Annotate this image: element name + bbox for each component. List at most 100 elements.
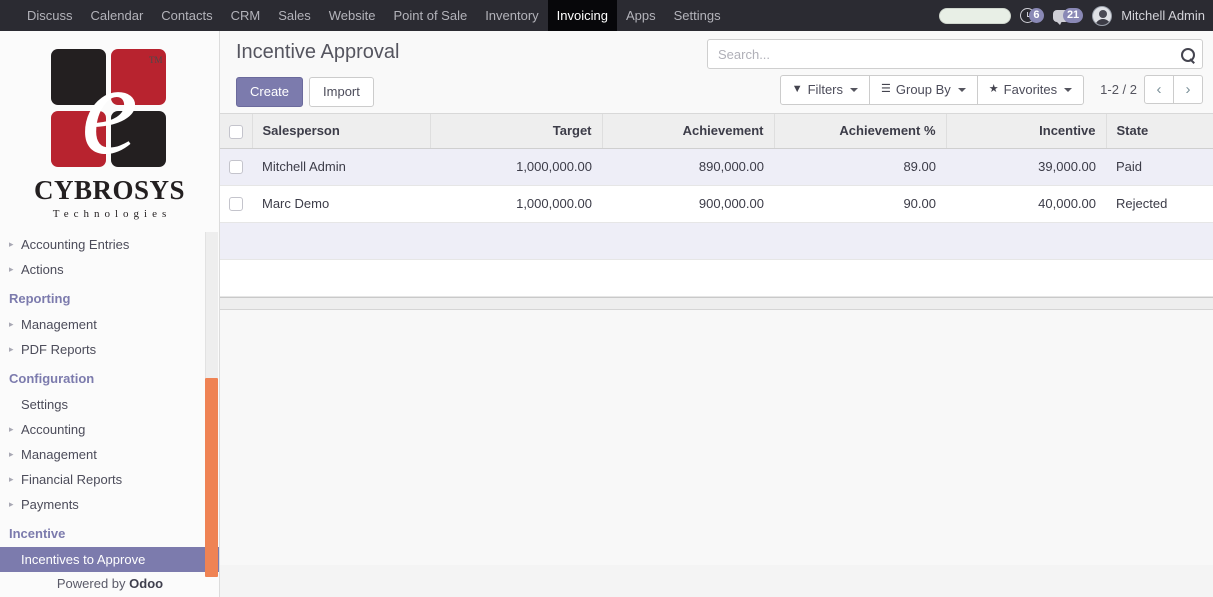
- nav-item-invoicing[interactable]: Invoicing: [547, 0, 617, 31]
- nav-item-website[interactable]: Website: [320, 0, 385, 31]
- control-panel: Incentive Approval Create Import ▼ Filte…: [220, 31, 1213, 114]
- sidebar-item-reporting-management[interactable]: ▸ Management: [0, 312, 219, 337]
- navbar-input-pill[interactable]: [938, 7, 1011, 24]
- sidebar-item-incentives-to-approve[interactable]: Incentives to Approve: [0, 547, 219, 572]
- chevron-right-icon[interactable]: ›: [1173, 75, 1203, 105]
- funnel-icon: ▼: [791, 83, 803, 96]
- table-row[interactable]: Mitchell Admin 1,000,000.00 890,000.00 8…: [220, 148, 1213, 186]
- odoo-brand-link[interactable]: Odoo: [129, 576, 163, 591]
- sidebar-item-financial-reports[interactable]: ▸ Financial Reports: [0, 467, 219, 492]
- group-by-button[interactable]: ☰ Group By: [869, 75, 978, 105]
- filter-button-group: ▼ Filters ☰ Group By ★ Favorites: [779, 75, 1085, 105]
- sidebar-section-incentive: Incentive: [9, 526, 66, 541]
- sidebar-item-accounting[interactable]: ▸ Accounting: [0, 417, 219, 442]
- row-checkbox[interactable]: [229, 197, 243, 212]
- sidebar-item-label: Incentives to Approve: [21, 552, 146, 567]
- sidebar-item-label: Accounting Entries: [21, 237, 130, 252]
- caret-right-icon: ▸: [9, 474, 14, 484]
- user-menu-label[interactable]: Mitchell Admin: [1121, 8, 1205, 23]
- column-header-achievement[interactable]: Achievement: [602, 114, 775, 149]
- main-menu: Discuss Calendar Contacts CRM Sales Webs…: [0, 0, 730, 31]
- sidebar-item-pdf-reports[interactable]: ▸ PDF Reports: [0, 337, 219, 362]
- sidebar-scrollbar-track[interactable]: [205, 232, 218, 378]
- sidebar-item-label: Accounting: [21, 422, 86, 437]
- sidebar-section-configuration: Configuration: [9, 371, 95, 386]
- hamburger-icon: ☰: [881, 83, 891, 96]
- sidebar-item-label: Management: [21, 447, 97, 462]
- caret-right-icon: ▸: [9, 424, 14, 434]
- search-bar[interactable]: [707, 39, 1203, 69]
- brand-name: CYBROSYS: [33, 175, 186, 205]
- messages-menu[interactable]: 21: [1052, 8, 1084, 25]
- cell-incentive: 39,000.00: [946, 148, 1106, 186]
- magnifier-icon[interactable]: [1172, 47, 1202, 62]
- table-empty-row: [220, 222, 1213, 260]
- action-buttons: Create Import: [236, 77, 374, 107]
- nav-item-apps[interactable]: Apps: [617, 0, 665, 31]
- table-footer-bar: [220, 296, 1213, 310]
- create-button[interactable]: Create: [236, 77, 304, 107]
- logo-mark-icon: e TM: [50, 49, 169, 169]
- cell-target: 1,000,000.00: [430, 185, 602, 223]
- activity-menu[interactable]: 6: [1019, 8, 1044, 23]
- column-header-achievement-pct[interactable]: Achievement %: [774, 114, 947, 149]
- chevron-left-icon[interactable]: ‹: [1144, 75, 1174, 105]
- cell-achievement: 890,000.00: [602, 148, 774, 186]
- cell-achievement-pct: 90.00: [774, 185, 946, 223]
- records-table: Salesperson Target Achievement Achieveme…: [220, 114, 1213, 297]
- filters-button[interactable]: ▼ Filters: [779, 75, 870, 105]
- main-content: Incentive Approval Create Import ▼ Filte…: [220, 31, 1213, 597]
- column-header-incentive[interactable]: Incentive: [946, 114, 1107, 149]
- star-icon: ★: [988, 83, 999, 96]
- sidebar-item-actions[interactable]: ▸ Actions: [0, 257, 219, 282]
- caret-right-icon: ▸: [9, 344, 14, 354]
- sidebar-item-label: Settings: [21, 397, 68, 412]
- sidebar-section-reporting: Reporting: [9, 291, 71, 306]
- logo-letter: e: [81, 62, 138, 158]
- caret-right-icon: ▸: [9, 264, 14, 274]
- navbar-right-tools: 6 21 Mitchell Admin: [938, 0, 1205, 31]
- sidebar-scrollbar-thumb[interactable]: [205, 378, 218, 577]
- nav-item-calendar[interactable]: Calendar: [82, 0, 153, 31]
- sidebar-item-settings[interactable]: Settings: [0, 392, 219, 417]
- filter-toolbar: ▼ Filters ☰ Group By ★ Favorites 1-2 / 2: [779, 75, 1203, 105]
- cell-salesperson: Mitchell Admin: [252, 148, 430, 186]
- page-title: Incentive Approval: [236, 41, 400, 63]
- favorites-button[interactable]: ★ Favorites: [976, 75, 1085, 105]
- select-all-checkbox[interactable]: [228, 124, 243, 139]
- nav-item-inventory[interactable]: Inventory: [476, 0, 547, 31]
- sidebar-item-payments[interactable]: ▸ Payments: [0, 492, 219, 517]
- column-header-salesperson[interactable]: Salesperson: [252, 114, 431, 149]
- cell-state: Rejected: [1106, 185, 1213, 223]
- sidebar-item-label: Payments: [21, 497, 79, 512]
- nav-item-settings[interactable]: Settings: [665, 0, 730, 31]
- sidebar-menu: ▸ Accounting Entries ▸ Actions Reporting…: [0, 232, 219, 572]
- powered-by-text: Powered by: [56, 576, 130, 591]
- caret-right-icon: ▸: [9, 239, 14, 249]
- nav-item-sales[interactable]: Sales: [269, 0, 320, 31]
- row-checkbox[interactable]: [229, 160, 243, 175]
- nav-item-crm[interactable]: CRM: [222, 0, 270, 31]
- sidebar-item-label: Management: [21, 317, 97, 332]
- activity-count-badge: 6: [1028, 8, 1044, 23]
- chevron-down-icon: [957, 87, 966, 92]
- nav-item-discuss[interactable]: Discuss: [18, 0, 82, 31]
- cell-target: 1,000,000.00: [430, 148, 602, 186]
- brand-tagline: Technologies: [52, 208, 172, 220]
- column-header-state[interactable]: State: [1106, 114, 1213, 149]
- chevron-down-icon: [850, 87, 858, 92]
- search-input[interactable]: [708, 46, 1172, 62]
- table-empty-row: [220, 259, 1213, 297]
- sidebar-item-accounting-entries[interactable]: ▸ Accounting Entries: [0, 232, 219, 257]
- pager: 1-2 / 2 ‹ ›: [1100, 75, 1203, 105]
- cell-state: Paid: [1106, 148, 1213, 186]
- cell-achievement: 900,000.00: [602, 185, 774, 223]
- nav-item-contacts[interactable]: Contacts: [152, 0, 221, 31]
- column-header-target[interactable]: Target: [430, 114, 603, 149]
- nav-item-point-of-sale[interactable]: Point of Sale: [384, 0, 476, 31]
- sidebar-item-configuration-management[interactable]: ▸ Management: [0, 442, 219, 467]
- chevron-down-icon: [1064, 87, 1073, 92]
- import-button[interactable]: Import: [309, 77, 374, 107]
- table-row[interactable]: Marc Demo 1,000,000.00 900,000.00 90.00 …: [220, 185, 1213, 223]
- avatar[interactable]: [1092, 5, 1113, 26]
